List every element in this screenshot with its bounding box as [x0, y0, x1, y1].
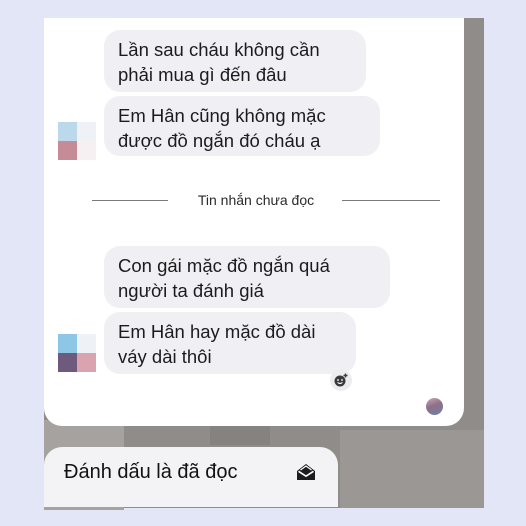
message-text: Em Hân hay mặc đồ dài váy dài thôi	[118, 321, 316, 367]
divider-line	[92, 200, 168, 201]
chat-preview-card: Lần sau cháu không cần phải mua gì đến đ…	[44, 18, 464, 426]
message-text: Em Hân cũng không mặc được đồ ngắn đó ch…	[118, 105, 326, 151]
unread-divider-label: Tin nhắn chưa đọc	[197, 192, 315, 208]
blurred-background-area	[210, 425, 270, 445]
blurred-background-area	[340, 430, 484, 508]
message-text: Lần sau cháu không cần phải mua gì đến đ…	[118, 39, 320, 85]
mark-as-read-label: Đánh dấu là đã đọc	[64, 461, 238, 483]
add-reaction-icon	[334, 373, 348, 387]
add-reaction-button[interactable]	[330, 369, 352, 391]
message-bubble[interactable]: Em Hân cũng không mặc được đồ ngắn đó ch…	[104, 96, 380, 156]
message-bubble[interactable]: Lần sau cháu không cần phải mua gì đến đ…	[104, 30, 366, 92]
sender-avatar[interactable]	[58, 122, 96, 160]
divider-line	[342, 200, 440, 201]
envelope-open-icon	[297, 464, 315, 480]
message-text: Con gái mặc đồ ngắn quá người ta đánh gi…	[118, 255, 330, 301]
message-bubble[interactable]: Con gái mặc đồ ngắn quá người ta đánh gi…	[104, 246, 390, 308]
seen-receipt-avatar	[426, 398, 443, 415]
message-bubble[interactable]: Em Hân hay mặc đồ dài váy dài thôi	[104, 312, 356, 374]
sender-avatar[interactable]	[58, 334, 96, 372]
mark-as-read-option[interactable]: Đánh dấu là đã đọc	[44, 447, 338, 507]
action-sheet: Đánh dấu là đã đọc	[44, 447, 338, 507]
